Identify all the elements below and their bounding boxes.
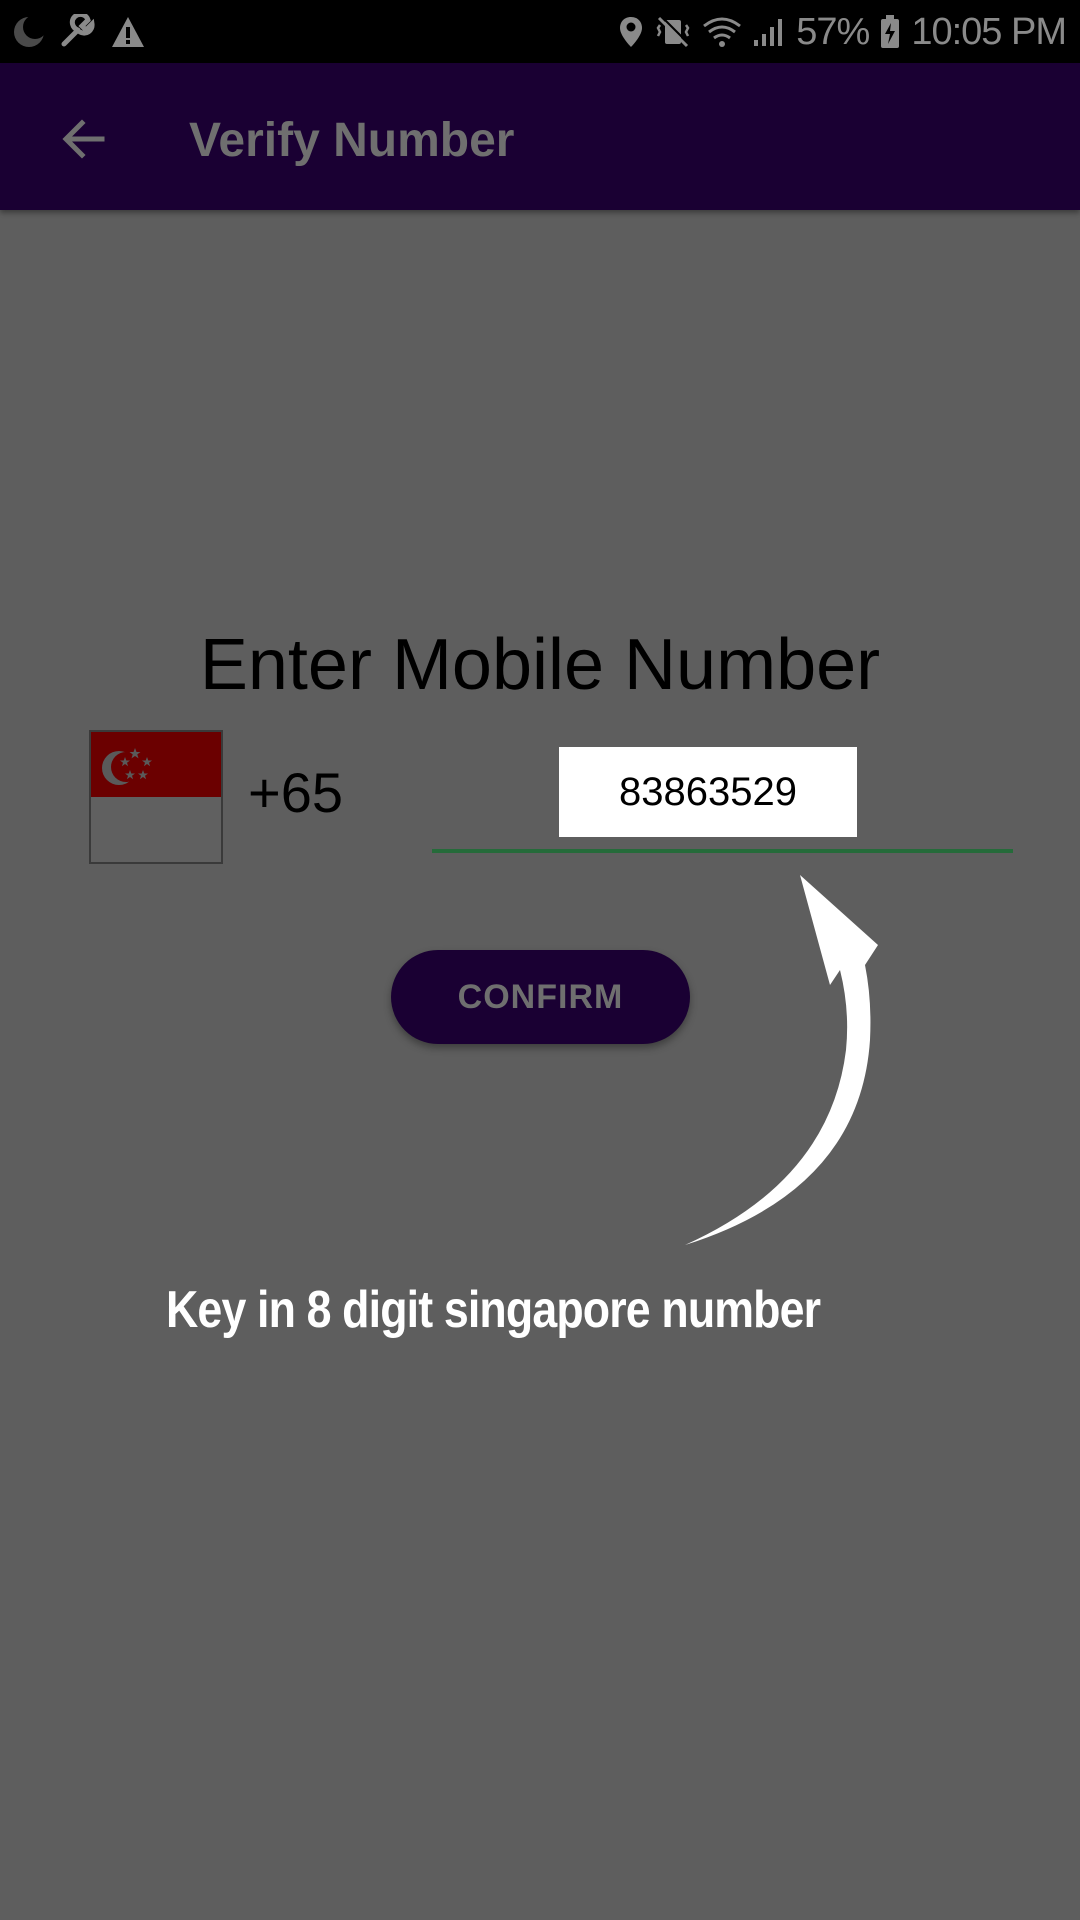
wifi-icon xyxy=(702,16,742,48)
location-icon xyxy=(618,15,644,49)
moon-icon xyxy=(12,15,46,49)
country-flag-button[interactable] xyxy=(89,730,223,864)
status-right-icons: 57% 10:05 PM xyxy=(618,10,1067,54)
warning-icon xyxy=(110,15,146,49)
flag-white-band xyxy=(91,797,221,862)
country-code: +65 xyxy=(248,761,343,824)
curved-arrow-icon xyxy=(685,875,878,1245)
vibrate-mute-icon xyxy=(654,15,692,49)
battery-icon xyxy=(879,14,901,50)
phone-field xyxy=(432,735,1013,853)
singapore-flag-icon xyxy=(102,748,152,785)
wrench-icon xyxy=(60,14,96,50)
app-bar: Verify Number xyxy=(0,63,1080,210)
clock: 10:05 PM xyxy=(911,10,1067,53)
signal-icon xyxy=(752,16,786,48)
hint-text: Key in 8 digit singapore number xyxy=(166,1281,821,1339)
arrow-left-icon xyxy=(60,115,108,168)
confirm-button[interactable]: CONFIRM xyxy=(391,950,690,1044)
battery-percent: 57% xyxy=(796,10,870,53)
page-title: Verify Number xyxy=(189,114,515,167)
status-left-icons xyxy=(12,12,146,52)
phone-number-input[interactable] xyxy=(559,747,857,837)
form-heading: Enter Mobile Number xyxy=(199,625,881,705)
back-button[interactable] xyxy=(52,109,116,173)
status-bar: 57% 10:05 PM xyxy=(0,0,1080,63)
